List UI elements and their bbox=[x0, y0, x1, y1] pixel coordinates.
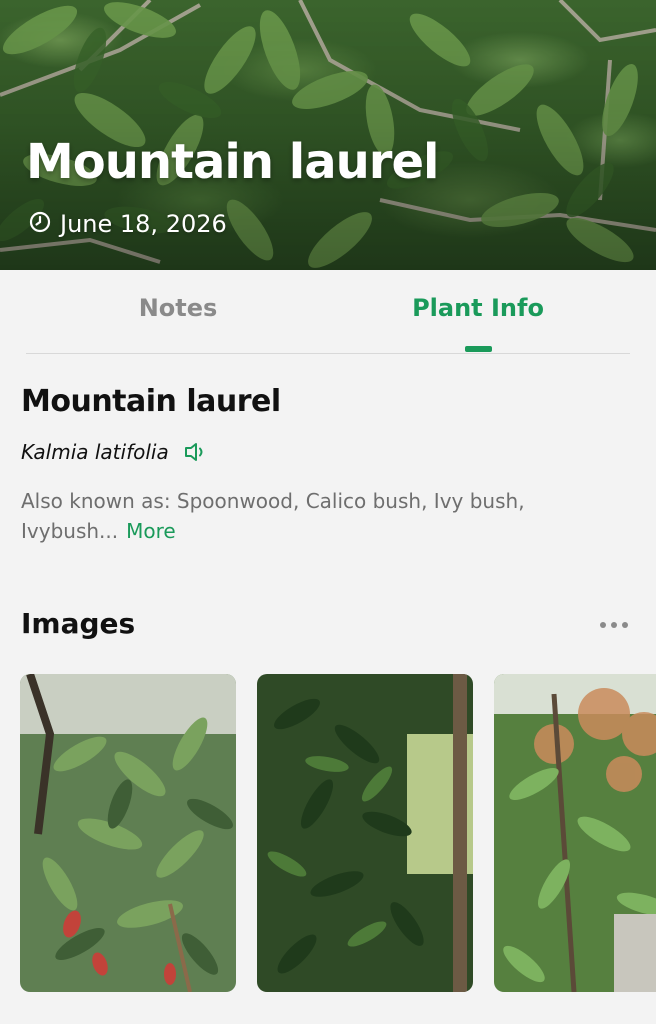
hero-date: June 18, 2026 bbox=[28, 210, 227, 238]
also-known-as: Also known as: Spoonwood, Calico bush, I… bbox=[21, 486, 621, 546]
plant-photo-2[interactable] bbox=[257, 674, 473, 992]
image-carousel[interactable] bbox=[0, 674, 656, 994]
plant-common-name: Mountain laurel bbox=[21, 384, 281, 419]
tab-bar: Notes Plant Info bbox=[0, 270, 656, 358]
hero-date-text: June 18, 2026 bbox=[60, 210, 227, 238]
plant-photo-3[interactable] bbox=[494, 674, 656, 992]
more-dots-icon[interactable] bbox=[596, 614, 632, 636]
clock-icon bbox=[28, 211, 52, 236]
hero-title: Mountain laurel bbox=[26, 134, 439, 190]
hero-banner: Mountain laurel June 18, 2026 bbox=[0, 0, 656, 270]
scientific-name-row: Kalmia latifolia bbox=[21, 440, 209, 464]
images-section-title: Images bbox=[21, 607, 136, 640]
tabs-divider bbox=[26, 353, 630, 354]
tab-notes[interactable]: Notes bbox=[14, 294, 342, 334]
active-tab-indicator bbox=[465, 346, 492, 352]
more-link[interactable]: More bbox=[126, 519, 176, 543]
aka-text: Also known as: Spoonwood, Calico bush, I… bbox=[21, 489, 525, 543]
plant-photo-1[interactable] bbox=[20, 674, 236, 992]
plant-scientific-name: Kalmia latifolia bbox=[21, 440, 169, 464]
tab-plant-info[interactable]: Plant Info bbox=[314, 294, 642, 334]
speaker-icon[interactable] bbox=[183, 440, 209, 464]
